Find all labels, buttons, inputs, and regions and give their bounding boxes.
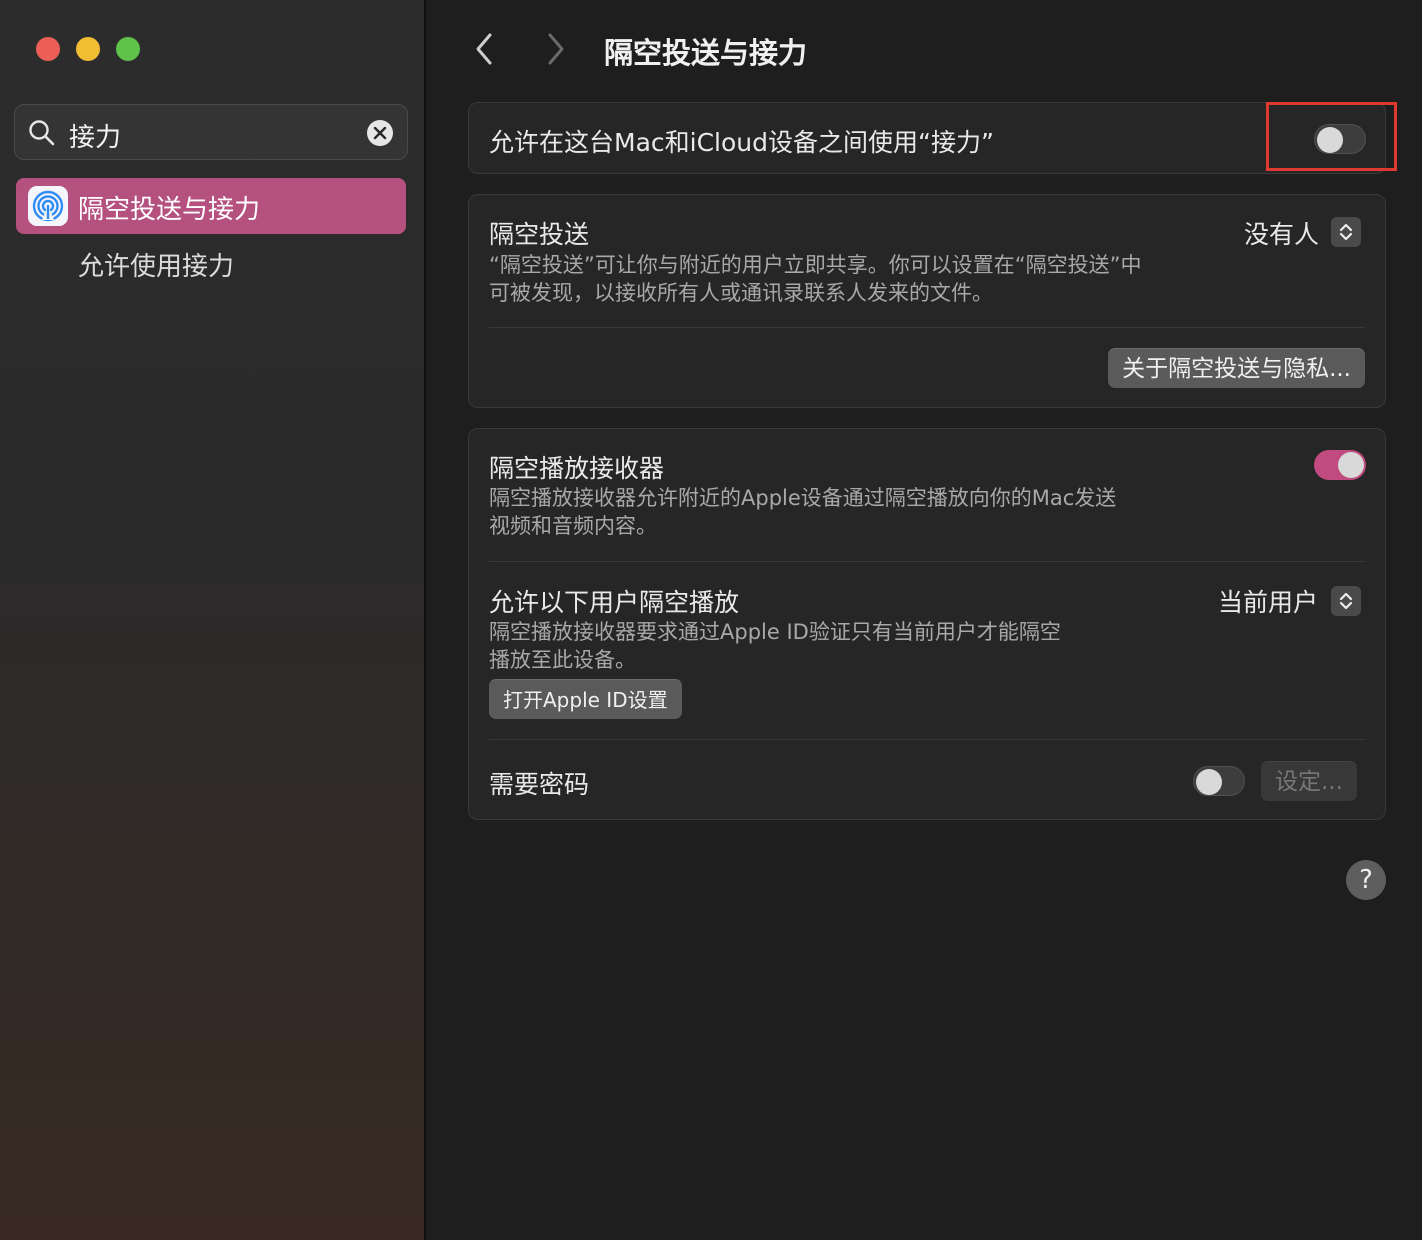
divider (489, 327, 1365, 328)
open-apple-id-settings-button[interactable]: 打开Apple ID设置 (489, 679, 682, 719)
airdrop-icon (28, 186, 68, 226)
airdrop-description-2: 可被发现，以接收所有人或通讯录联系人发来的文件。 (489, 281, 993, 305)
airplay-receiver-toggle[interactable] (1314, 450, 1366, 480)
airplay-title: 隔空播放接收器 (489, 454, 665, 483)
window-controls (36, 37, 140, 61)
airdrop-visibility-value[interactable]: 没有人 (1244, 215, 1319, 251)
airdrop-visibility-stepper[interactable] (1331, 217, 1361, 247)
airplay-description-2: 视频和音频内容。 (489, 514, 657, 538)
airdrop-title: 隔空投送 (489, 220, 590, 249)
airdrop-privacy-button[interactable]: 关于隔空投送与隐私... (1108, 348, 1365, 388)
forward-chevron-icon[interactable] (546, 32, 566, 70)
divider (489, 561, 1365, 562)
sidebar-item-label: 隔空投送与接力 (78, 195, 261, 225)
airplay-allow-description-2: 播放至此设备。 (489, 648, 636, 672)
set-password-button[interactable]: 设定... (1261, 761, 1357, 801)
highlight-box (1266, 102, 1397, 171)
airdrop-description-1: “隔空投送”可让你与附近的用户立即共享。你可以设置在“隔空投送”中 (489, 253, 1142, 277)
require-password-toggle[interactable] (1193, 766, 1245, 796)
handoff-label: 允许在这台Mac和iCloud设备之间使用“接力” (489, 128, 994, 157)
airplay-allow-stepper[interactable] (1331, 586, 1361, 616)
sidebar-item-airdrop-handoff[interactable]: 隔空投送与接力 (16, 178, 406, 234)
toggle-knob (1196, 769, 1222, 795)
search-input[interactable]: 接力 (69, 117, 121, 154)
sidebar-item-allow-handoff[interactable]: 允许使用接力 (78, 246, 234, 283)
airplay-allow-title: 允许以下用户隔空播放 (489, 588, 740, 617)
page-title: 隔空投送与接力 (604, 36, 808, 70)
close-window-button[interactable] (36, 37, 60, 61)
airplay-card: 隔空播放接收器 隔空播放接收器允许附近的Apple设备通过隔空播放向你的Mac发… (468, 428, 1386, 820)
help-button[interactable]: ? (1346, 860, 1386, 900)
airplay-allow-value[interactable]: 当前用户 (1218, 583, 1318, 619)
back-chevron-icon[interactable] (474, 32, 494, 70)
airplay-description-1: 隔空播放接收器允许附近的Apple设备通过隔空播放向你的Mac发送 (489, 486, 1117, 510)
require-password-label: 需要密码 (489, 770, 590, 799)
airdrop-card: 隔空投送 没有人 “隔空投送”可让你与附近的用户立即共享。你可以设置在“隔空投送… (468, 194, 1386, 408)
main-content: 隔空投送与接力 允许在这台Mac和iCloud设备之间使用“接力” 隔空投送 没… (428, 0, 1422, 1240)
sidebar: 接力 隔空投送与接力 允许使用接力 (0, 0, 426, 1240)
search-icon (28, 119, 56, 147)
search-field[interactable]: 接力 (14, 104, 408, 160)
toggle-knob (1338, 452, 1364, 478)
divider (489, 739, 1365, 740)
handoff-card: 允许在这台Mac和iCloud设备之间使用“接力” (468, 102, 1386, 174)
minimize-window-button[interactable] (76, 37, 100, 61)
zoom-window-button[interactable] (116, 37, 140, 61)
clear-search-icon[interactable] (367, 120, 393, 146)
airplay-allow-description-1: 隔空播放接收器要求通过Apple ID验证只有当前用户才能隔空 (489, 620, 1061, 644)
